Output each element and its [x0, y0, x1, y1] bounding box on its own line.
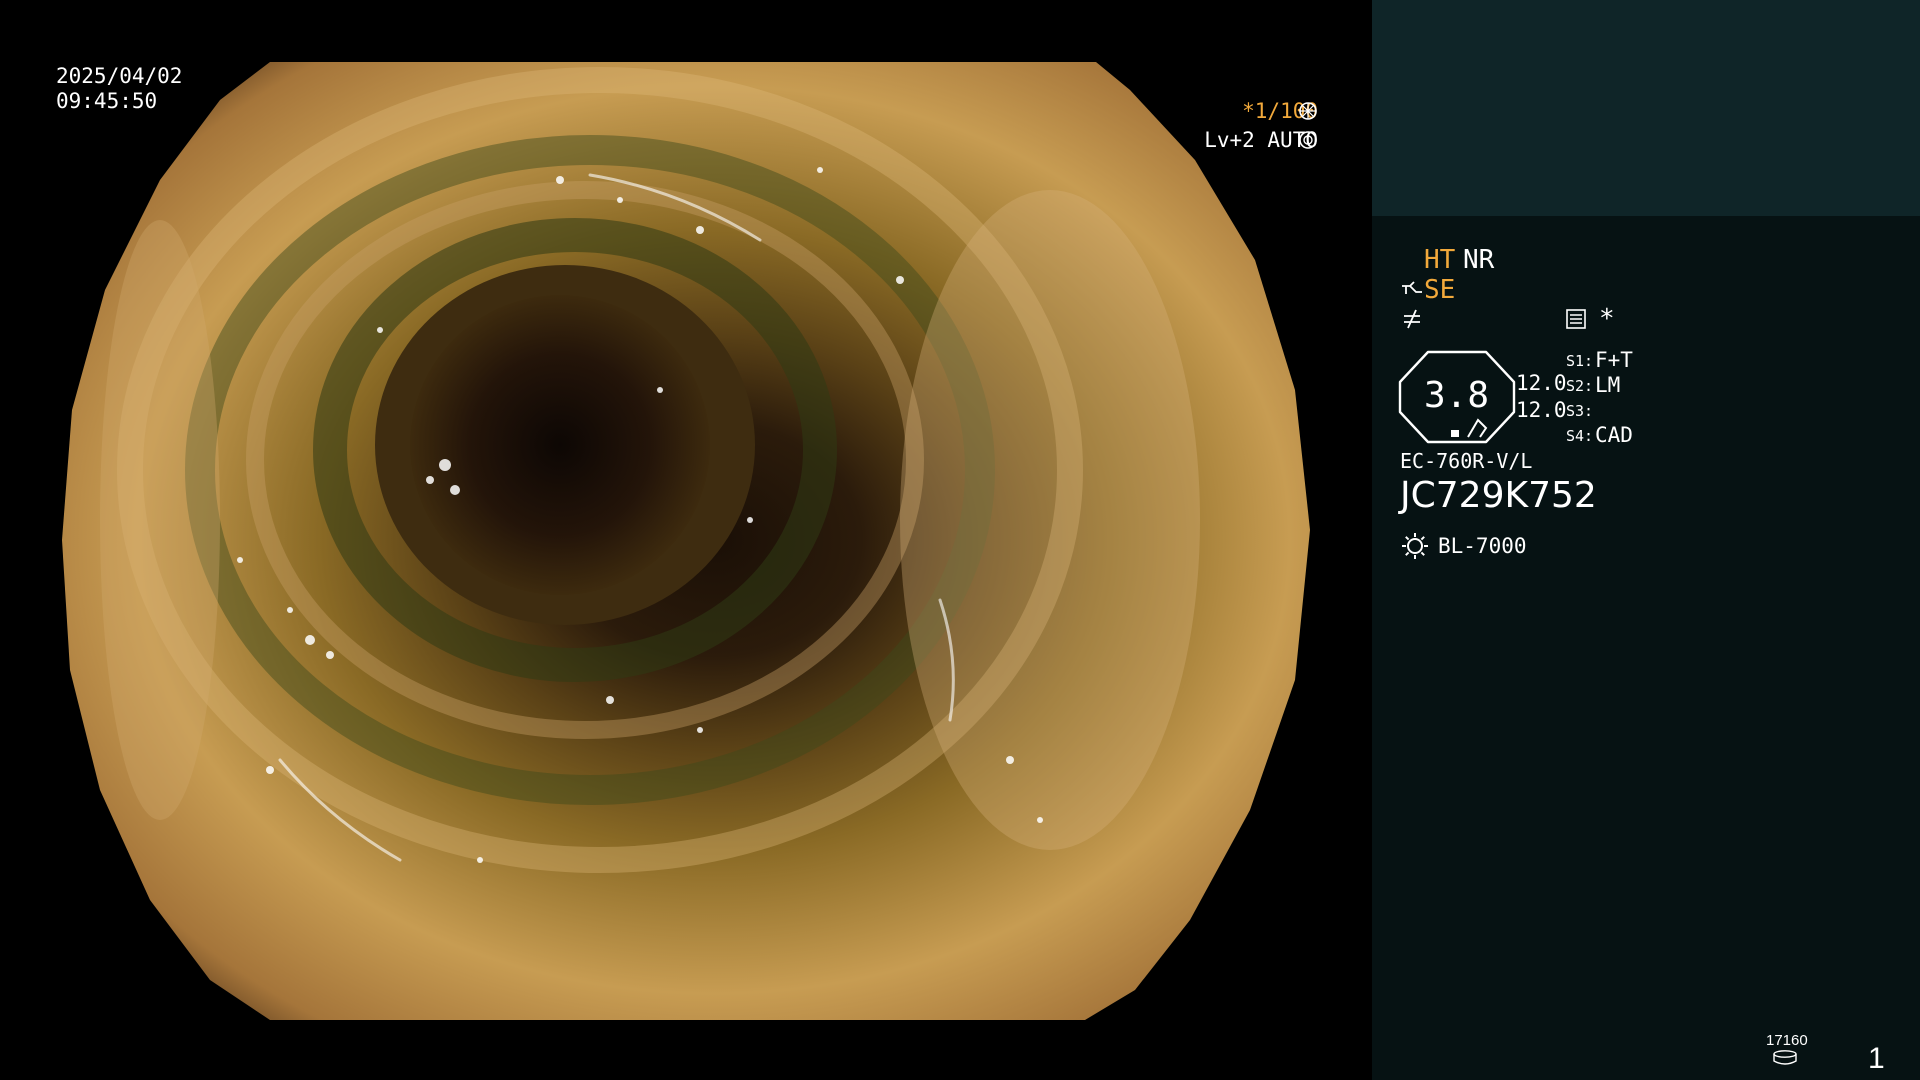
time-display: 09:45:50 — [56, 89, 158, 113]
scope-serial: JC729K752 — [1400, 475, 1597, 516]
star-indicator: * — [1599, 304, 1615, 334]
s4-value: CAD — [1595, 423, 1633, 447]
s1-label: S1: — [1566, 352, 1594, 370]
s1-value: F+T — [1595, 348, 1633, 372]
setting-value-2: 12.0 — [1516, 398, 1567, 422]
se-indicator: SE — [1424, 275, 1456, 305]
s3-label: S3: — [1566, 402, 1594, 420]
ht-indicator: HT — [1424, 245, 1456, 275]
setting-value-1: 12.0 — [1516, 371, 1567, 395]
page-number: 1 — [1868, 1042, 1885, 1075]
scope-model: EC-760R-V/L — [1400, 449, 1533, 473]
info-panel — [1372, 216, 1920, 1080]
memo-icon — [1566, 309, 1586, 329]
freeze-icon — [1404, 309, 1420, 329]
light-source-icon — [1402, 533, 1428, 559]
s4-label: S4: — [1566, 427, 1594, 445]
light-source-model: BL-7000 — [1438, 534, 1527, 558]
date-display: 2025/04/02 — [56, 64, 183, 88]
shutter-icon — [1299, 102, 1317, 120]
nr-indicator: NR — [1463, 245, 1495, 275]
storage-icon — [1773, 1050, 1797, 1065]
iris-icon — [1299, 131, 1317, 149]
endoscope-image — [62, 62, 1310, 1020]
s2-label: S2: — [1566, 377, 1594, 395]
image-count: 17160 — [1766, 1032, 1808, 1049]
structure-enhance-icon — [1402, 281, 1422, 294]
gauge-value: 3.8 — [1424, 375, 1490, 416]
info-panel-header — [1372, 0, 1920, 216]
s2-value: LM — [1595, 373, 1621, 397]
